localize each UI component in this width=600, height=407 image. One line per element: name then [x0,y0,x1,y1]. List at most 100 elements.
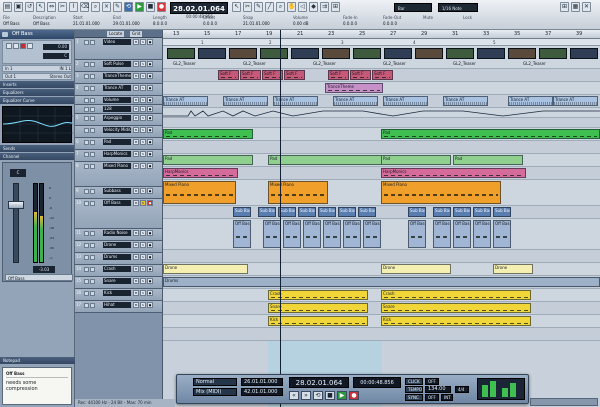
track-record-button[interactable]: ● [147,115,153,121]
write-automation-button[interactable] [90,267,95,272]
event-subbass[interactable]: Sub Bass [318,207,336,217]
track-lane[interactable] [163,250,600,263]
snap-icon[interactable]: ⊞ [331,2,340,12]
event-soft-pulse[interactable]: Soft F [240,70,261,80]
input-routing[interactable]: In 1 IN 1 L [2,65,72,72]
marker[interactable]: 3 [341,40,344,45]
track-row[interactable]: 5 Arpeggio M S ● [75,114,162,126]
write-automation-button[interactable] [90,291,95,296]
track-solo-button[interactable]: S [140,188,146,194]
event-subbass[interactable]: Sub Bass [473,207,491,217]
event-trance-at[interactable]: Trance AT [553,96,598,106]
event-trance-at[interactable]: Trance AT [383,96,428,106]
write-automation-button[interactable] [90,231,95,236]
track-solo-button[interactable]: S [140,302,146,308]
window-close-icon[interactable]: ✕ [582,2,591,12]
event-kick[interactable]: Kick [381,316,531,326]
mute-button[interactable] [6,43,12,49]
line-tool-icon[interactable]: ╱ [265,2,274,12]
track-row[interactable]: 1 Video M S ● [75,38,162,60]
write-automation-button[interactable] [90,279,95,284]
track-record-button[interactable]: ● [147,230,153,236]
position-counter[interactable]: 28.02.01.064 [170,2,228,14]
track-solo-button[interactable]: S [140,106,146,112]
track-lane[interactable] [163,219,600,250]
track-name[interactable]: Mixed Piano [103,163,131,169]
track-mute-button[interactable]: M [133,151,139,157]
track-row[interactable]: 11 Radio Noise M S ● [75,229,162,241]
track-record-button[interactable]: ● [147,278,153,284]
event-trance-theme[interactable]: TranceTheme [325,83,383,93]
write-automation-button[interactable] [90,128,95,133]
event-mixed-piano[interactable]: Mixed Piano [268,181,328,204]
grid-dropdown[interactable]: Grid [130,31,143,37]
rewind-icon[interactable]: « [289,391,299,400]
event-soft-pulse[interactable]: Soft F [350,70,371,80]
track-record-button[interactable]: ● [147,302,153,308]
track-name[interactable]: TranceTheme [103,73,131,79]
read-automation-button[interactable] [84,128,89,133]
write-automation-button[interactable] [90,98,95,103]
track-solo-button[interactable]: S [140,127,146,133]
tempo-label[interactable]: TEMPO [405,386,423,393]
select-tool-icon[interactable]: ↖ [232,2,241,12]
track-name[interactable]: Kick [103,290,131,296]
track-solo-button[interactable]: S [140,73,146,79]
info-value[interactable]: Off Bass [3,21,20,27]
internal-sync[interactable]: INT [441,394,453,401]
read-automation-button[interactable] [84,74,89,79]
read-automation-button[interactable] [84,291,89,296]
track-solo-button[interactable]: S [140,230,146,236]
output-routing[interactable]: Out 1 Stereo Out [2,73,72,80]
event-off-bass[interactable]: Off Bass [283,220,301,248]
track-row[interactable]: 13 Drums M S ● [75,253,162,265]
track-mute-button[interactable]: M [133,115,139,121]
mute-icon[interactable]: × [102,2,111,12]
event-harpmonics[interactable]: HarpMonics [163,168,238,178]
track-name[interactable]: 128 [103,106,131,112]
click-value[interactable]: OFF [425,378,439,385]
event-off-bass[interactable]: Off Bass [263,220,281,248]
timeline-ruler[interactable]: 13 15 17 19 21 23 25 27 29 31 33 35 37 39 [163,30,600,39]
event-off-bass[interactable]: Off Bass [233,220,251,248]
marker[interactable]: 4 [413,40,416,45]
marker[interactable]: 5 [493,40,496,45]
event-subbass[interactable]: Sub Bass [233,207,251,217]
event-trance-at[interactable]: Trance AT [223,96,268,106]
info-value[interactable]: 0.00 dB [293,21,308,27]
track-name[interactable]: Radio Noise [103,230,131,236]
stop-button-icon[interactable]: ■ [325,391,335,400]
pan-knob[interactable]: C [10,169,26,177]
glue-icon[interactable]: ⌇ [69,2,78,12]
event-crash[interactable]: Crash [268,290,368,300]
read-automation-button[interactable] [84,116,89,121]
read-automation-button[interactable] [84,243,89,248]
equalizers-section[interactable]: Equalizers [0,89,74,96]
read-automation-button[interactable] [84,98,89,103]
file-icon[interactable]: ▤ [3,2,12,12]
autoscroll-icon[interactable]: ⇉ [320,2,329,12]
colors-icon[interactable]: ▦ [571,2,580,12]
track-row[interactable]: 2 Soft Pulse M S ● [75,60,162,72]
track-mute-button[interactable]: M [133,290,139,296]
click-label[interactable]: CLICK [405,378,423,385]
track-row[interactable]: 3 TranceTheme M S ● [75,72,162,84]
event-crash[interactable]: Crash [381,290,531,300]
track-name[interactable]: Drums [103,254,131,260]
event-off-bass[interactable]: Off Bass [493,220,511,248]
track-name[interactable]: Subbass [103,188,131,194]
track-solo-button[interactable]: S [140,139,146,145]
event-subbass[interactable]: Sub Bass [493,207,511,217]
track-row[interactable]: 8 Mixed Piano M S ● [75,162,162,187]
read-automation-button[interactable] [84,267,89,272]
event-off-bass[interactable]: Off Bass [473,220,491,248]
volume-fader-track[interactable] [13,183,19,263]
write-automation-button[interactable] [90,86,95,91]
track-mute-button[interactable]: M [133,163,139,169]
track-solo-button[interactable]: S [140,39,146,45]
read-automation-button[interactable] [84,152,89,157]
track-record-button[interactable]: ● [147,73,153,79]
track-row[interactable]: Velocity MidiControlMS● [75,126,162,138]
event-soft-pulse[interactable]: Soft F [284,70,305,80]
write-automation-button[interactable] [90,152,95,157]
